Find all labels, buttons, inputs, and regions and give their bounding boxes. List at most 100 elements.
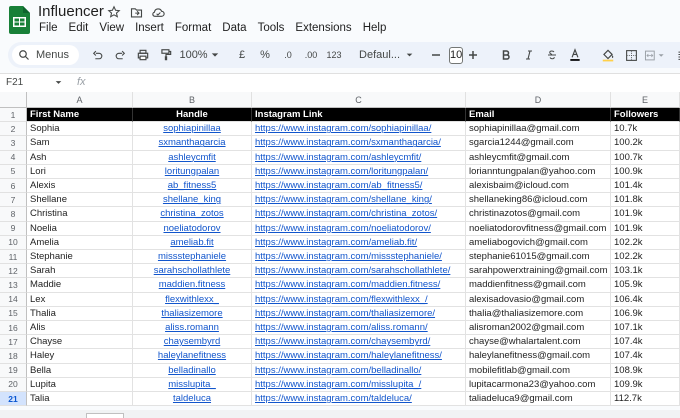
cell-email[interactable]: ashleycmfit@gmail.com — [466, 150, 611, 165]
cell-handle[interactable]: flexwithlexx_ — [133, 292, 252, 307]
cell-first-name[interactable]: Lupita — [27, 377, 133, 392]
cell-first-name[interactable]: Alexis — [27, 179, 133, 194]
cell-followers[interactable]: 101.9k — [611, 221, 680, 236]
increase-font-size-button[interactable] — [463, 44, 483, 66]
row-header[interactable]: 15 — [0, 306, 27, 321]
row-header[interactable]: 20 — [0, 377, 27, 392]
cell-handle[interactable]: loritungpalan — [133, 164, 252, 179]
cell-email[interactable]: alisroman2002@gmail.com — [466, 321, 611, 336]
fill-color-button[interactable] — [598, 44, 618, 66]
cell-instagram-link[interactable]: https://www.instagram.com/ab_fitness5/ — [252, 179, 466, 194]
cell-followers[interactable]: 105.9k — [611, 278, 680, 293]
row-header[interactable]: 21 — [0, 392, 27, 407]
cell-followers[interactable]: 101.4k — [611, 179, 680, 194]
header-followers[interactable]: Followers — [611, 108, 680, 123]
cell-handle[interactable]: belladinallo — [133, 363, 252, 378]
document-title[interactable]: Influencer — [38, 3, 104, 20]
cell-instagram-link[interactable]: https://www.instagram.com/haleylanefitne… — [252, 349, 466, 364]
cell-handle[interactable]: thaliasizemore — [133, 306, 252, 321]
column-header-c[interactable]: C — [252, 92, 466, 108]
header-instagram-link[interactable]: Instagram Link — [252, 108, 466, 123]
cell-followers[interactable]: 100.2k — [611, 136, 680, 151]
cell-first-name[interactable]: Sam — [27, 136, 133, 151]
cell-instagram-link[interactable]: https://www.instagram.com/shellane_king/ — [252, 193, 466, 208]
sheet-tab[interactable] — [86, 413, 124, 418]
row-header[interactable]: 11 — [0, 250, 27, 265]
cell-followers[interactable]: 109.9k — [611, 377, 680, 392]
cell-followers[interactable]: 107.4k — [611, 335, 680, 350]
cell-first-name[interactable]: Stephanie — [27, 250, 133, 265]
row-header[interactable]: 9 — [0, 221, 27, 236]
cell-handle[interactable]: shellane_king — [133, 193, 252, 208]
cell-followers[interactable]: 100.7k — [611, 150, 680, 165]
cell-handle[interactable]: missstephaniele — [133, 250, 252, 265]
row-header[interactable]: 2 — [0, 122, 27, 137]
cell-instagram-link[interactable]: https://www.instagram.com/belladinallo/ — [252, 363, 466, 378]
cell-email[interactable]: sgarcia1244@gmail.com — [466, 136, 611, 151]
cell-handle[interactable]: aliss.romann — [133, 321, 252, 336]
strikethrough-button[interactable] — [542, 44, 562, 66]
undo-button[interactable] — [87, 44, 107, 66]
cell-email[interactable]: lorianntungpalan@yahoo.com — [466, 164, 611, 179]
cell-email[interactable]: sophiapinillaa@gmail.com — [466, 122, 611, 137]
decrease-decimal-button[interactable]: .0 — [278, 44, 298, 66]
cell-instagram-link[interactable]: https://www.instagram.com/ameliab.fit/ — [252, 235, 466, 250]
cell-instagram-link[interactable]: https://www.instagram.com/sophiapinillaa… — [252, 122, 466, 137]
cell-followers[interactable]: 106.9k — [611, 306, 680, 321]
cell-instagram-link[interactable]: https://www.instagram.com/flexwithlexx_/ — [252, 292, 466, 307]
cell-first-name[interactable]: Shellane — [27, 193, 133, 208]
row-header[interactable]: 7 — [0, 193, 27, 208]
cell-handle[interactable]: sxmanthagarcia — [133, 136, 252, 151]
cloud-status-icon[interactable] — [150, 4, 166, 20]
cell-instagram-link[interactable]: https://www.instagram.com/loritungpalan/ — [252, 164, 466, 179]
row-header[interactable]: 17 — [0, 335, 27, 350]
row-header[interactable]: 14 — [0, 292, 27, 307]
print-button[interactable] — [133, 44, 153, 66]
row-header[interactable]: 18 — [0, 349, 27, 364]
cell-handle[interactable]: taldeluca — [133, 392, 252, 407]
menu-help[interactable]: Help — [363, 22, 392, 34]
row-header[interactable]: 4 — [0, 150, 27, 165]
cell-first-name[interactable]: Sophia — [27, 122, 133, 137]
cell-followers[interactable]: 107.4k — [611, 349, 680, 364]
chevron-down-icon[interactable] — [55, 79, 62, 86]
cell-first-name[interactable]: Chayse — [27, 335, 133, 350]
cell-first-name[interactable]: Lex — [27, 292, 133, 307]
sheets-logo-icon[interactable] — [9, 6, 30, 34]
cell-instagram-link[interactable]: https://www.instagram.com/misslupita_/ — [252, 377, 466, 392]
cell-email[interactable]: taliadeluca9@gmail.com — [466, 392, 611, 407]
cell-instagram-link[interactable]: https://www.instagram.com/taldeluca/ — [252, 392, 466, 407]
column-header-e[interactable]: E — [611, 92, 680, 108]
redo-button[interactable] — [110, 44, 130, 66]
cell-email[interactable]: shellaneking86@icloud.com — [466, 193, 611, 208]
cell-first-name[interactable]: Amelia — [27, 235, 133, 250]
row-header[interactable]: 16 — [0, 321, 27, 336]
cell-instagram-link[interactable]: https://www.instagram.com/sxmanthagarcia… — [252, 136, 466, 151]
cell-instagram-link[interactable]: https://www.instagram.com/ashleycmfit/ — [252, 150, 466, 165]
row-header[interactable]: 12 — [0, 264, 27, 279]
increase-decimal-button[interactable]: .00 — [301, 44, 321, 66]
header-email[interactable]: Email — [466, 108, 611, 123]
cell-instagram-link[interactable]: https://www.instagram.com/sarahschollath… — [252, 264, 466, 279]
cell-handle[interactable]: sarahschollathlete — [133, 264, 252, 279]
row-header[interactable]: 10 — [0, 235, 27, 250]
column-header-b[interactable]: B — [133, 92, 252, 108]
cell-email[interactable]: alexisadovasio@gmail.com — [466, 292, 611, 307]
cell-followers[interactable]: 108.9k — [611, 363, 680, 378]
menu-data[interactable]: Data — [222, 22, 251, 34]
cell-first-name[interactable]: Thalia — [27, 306, 133, 321]
cell-email[interactable]: sarahpowerxtraining@gmail.com — [466, 264, 611, 279]
cell-followers[interactable]: 10.7k — [611, 122, 680, 137]
header-handle[interactable]: Handle — [133, 108, 252, 123]
cell-first-name[interactable]: Haley — [27, 349, 133, 364]
cell-instagram-link[interactable]: https://www.instagram.com/chaysembyrd/ — [252, 335, 466, 350]
menu-format[interactable]: Format — [175, 22, 216, 34]
cell-email[interactable]: chayse@whalartalent.com — [466, 335, 611, 350]
cell-email[interactable]: haleylanefitness@gmail.com — [466, 349, 611, 364]
cell-first-name[interactable]: Alis — [27, 321, 133, 336]
cell-email[interactable]: alexisbaim@icloud.com — [466, 179, 611, 194]
cell-followers[interactable]: 100.9k — [611, 164, 680, 179]
cell-handle[interactable]: christina_zotos — [133, 207, 252, 222]
cell-followers[interactable]: 101.8k — [611, 193, 680, 208]
text-color-button[interactable] — [565, 44, 585, 66]
